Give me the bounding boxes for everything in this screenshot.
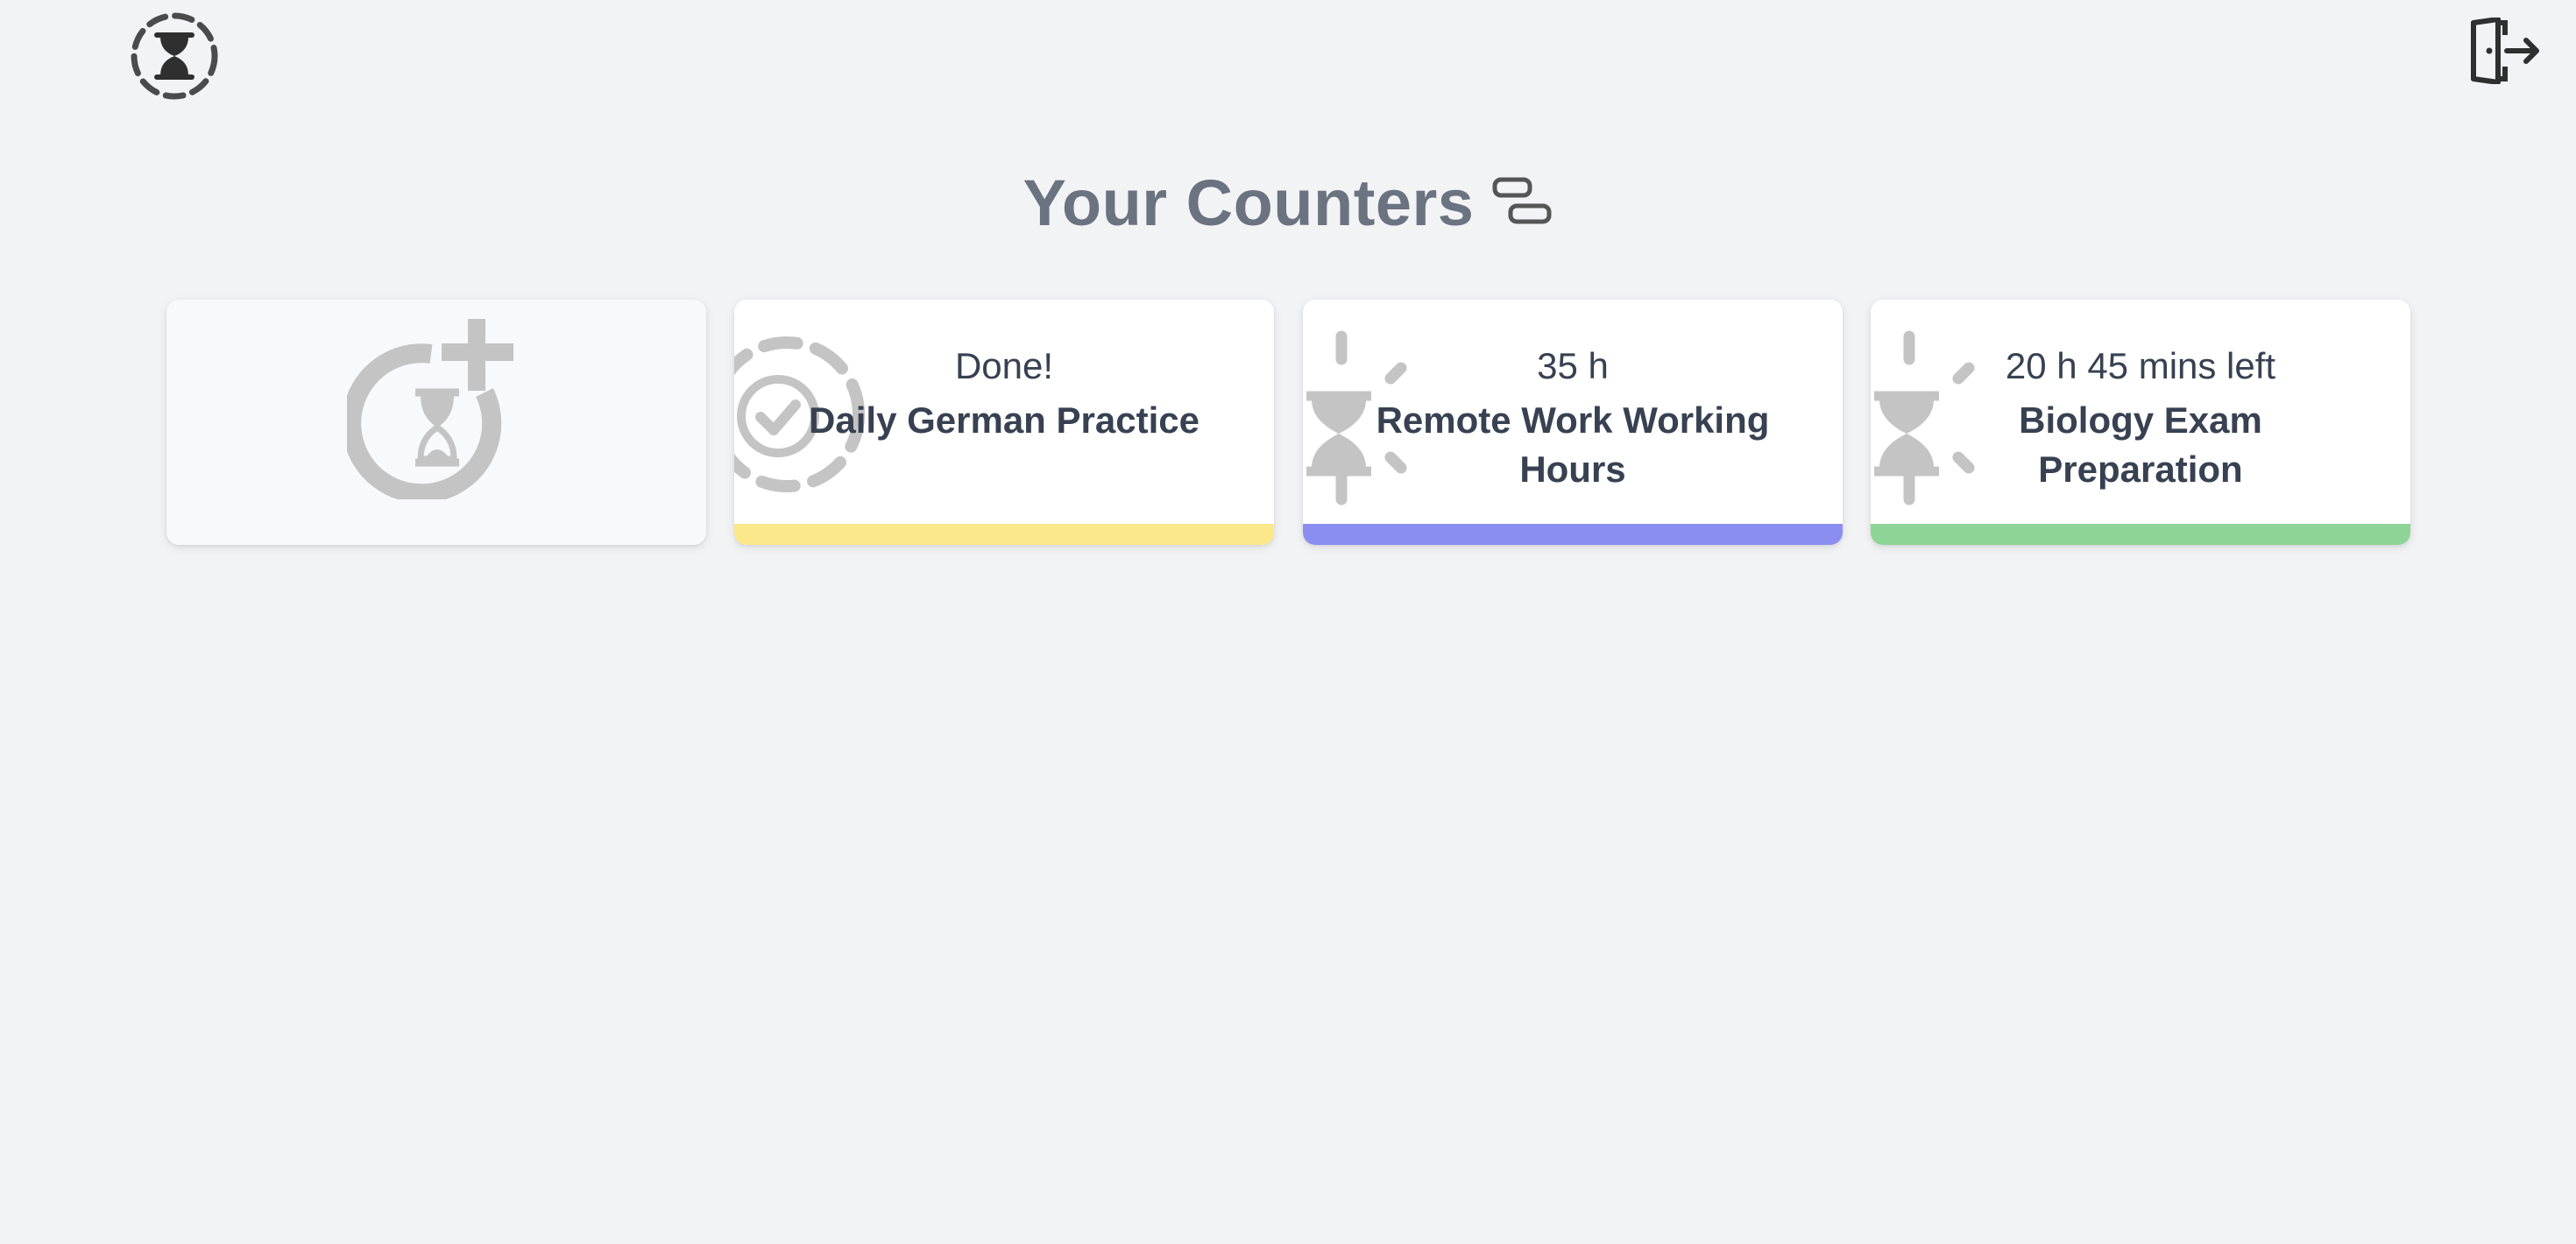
app-logo[interactable] — [129, 11, 220, 102]
counter-name: Biology Exam Preparation — [2019, 399, 2262, 490]
page-header: Your Counters — [0, 163, 2576, 242]
hourglass-logo-icon — [131, 12, 218, 100]
color-bar — [734, 524, 1274, 545]
counter-status: 35 h — [1537, 345, 1609, 386]
add-counter-card[interactable] — [166, 300, 706, 545]
counter-card[interactable]: Done! Daily German Practice — [734, 300, 1274, 545]
door-exit-icon — [2471, 17, 2539, 85]
counter-card[interactable]: 35 h Remote Work Working Hours — [1303, 300, 1843, 545]
logout-button[interactable] — [2466, 17, 2542, 85]
color-bar — [1871, 524, 2410, 545]
counter-name: Remote Work Working Hours — [1376, 399, 1770, 490]
color-bar — [1303, 524, 1843, 545]
hourglass-plus-icon — [347, 319, 513, 499]
counter-status: 20 h 45 mins left — [2005, 345, 2276, 386]
counter-card[interactable]: 20 h 45 mins left Biology Exam Preparati… — [1871, 300, 2410, 545]
counter-status: Done! — [954, 345, 1054, 386]
page-title: Your Counters — [1023, 166, 1475, 239]
counter-name: Daily German Practice — [809, 399, 1200, 441]
layout-toggle-icon[interactable] — [1491, 174, 1553, 230]
